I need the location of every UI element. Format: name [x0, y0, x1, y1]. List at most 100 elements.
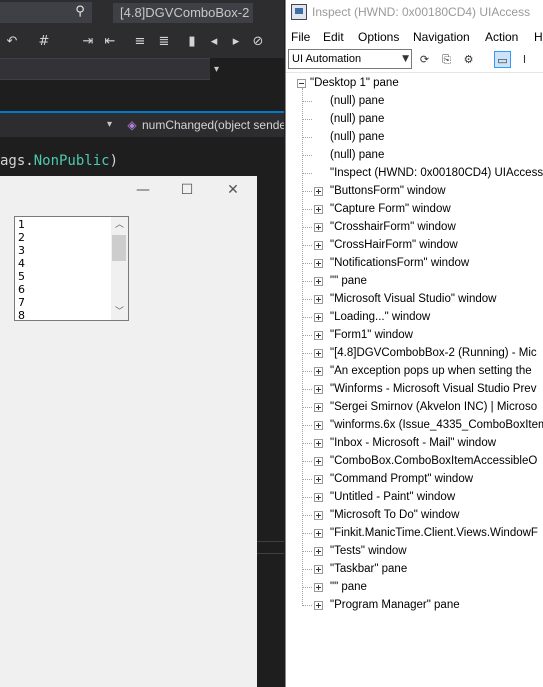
tree-item[interactable]: "Sergei Smirnov (Akvelon INC) | Microso — [330, 398, 537, 416]
listbox-item[interactable]: 2 — [18, 231, 25, 244]
chevron-down-icon[interactable]: ▾ — [214, 64, 219, 75]
expand-icon[interactable] — [314, 457, 323, 466]
undo-icon[interactable]: ↶ — [4, 34, 20, 50]
expand-icon[interactable] — [314, 547, 323, 556]
menu-edit[interactable]: Edit — [323, 29, 344, 45]
expand-icon[interactable] — [314, 439, 323, 448]
expand-icon[interactable] — [314, 223, 323, 232]
vs-scope-dropdown[interactable] — [0, 58, 210, 80]
expand-icon[interactable] — [314, 421, 323, 430]
menu-options[interactable]: Options — [358, 29, 399, 45]
expand-icon[interactable] — [314, 241, 323, 250]
tree-item[interactable]: "winforms.6x (Issue_4335_ComboBoxItem — [330, 416, 543, 434]
expand-icon[interactable] — [314, 493, 323, 502]
tree-item[interactable]: "Loading..." window — [330, 308, 430, 326]
scrollbar-thumb[interactable] — [112, 235, 126, 261]
tree-item[interactable]: "Untitled - Paint" window — [330, 488, 455, 506]
tree-item[interactable]: "CrossHairForm" window — [330, 236, 458, 254]
tree-item[interactable]: "ButtonsForm" window — [330, 182, 446, 200]
expand-icon[interactable] — [314, 529, 323, 538]
expand-icon[interactable] — [314, 187, 323, 196]
expand-icon[interactable] — [314, 475, 323, 484]
tree-item[interactable]: "Form1" window — [330, 326, 413, 344]
expand-icon[interactable] — [314, 511, 323, 520]
menu-navigation[interactable]: Navigation — [413, 29, 470, 45]
search-icon[interactable]: ⚲ — [72, 4, 88, 20]
tree-item[interactable]: "NotificationsForm" window — [330, 254, 469, 272]
listbox-item[interactable]: 7 — [18, 296, 25, 309]
menu-action[interactable]: Action — [485, 29, 518, 45]
expand-icon[interactable] — [314, 601, 323, 610]
element-tree[interactable]: "Desktop 1" pane (null) pane (null) pane(… — [286, 74, 543, 687]
vs-code-line[interactable]: ags.NonPublic) — [0, 152, 118, 170]
tree-item[interactable]: (null) pane — [330, 128, 384, 146]
caret-tracking-icon[interactable]: I — [516, 51, 533, 68]
tree-item[interactable]: "Finkit.ManicTime.Client.Views.WindowF — [330, 524, 538, 542]
expand-icon[interactable] — [314, 205, 323, 214]
scroll-down-icon[interactable]: ﹀ — [111, 304, 128, 320]
outdent-icon[interactable]: ≣ — [156, 34, 172, 50]
next-bookmark-icon[interactable]: ▸ — [228, 34, 244, 50]
expand-icon[interactable] — [314, 565, 323, 574]
tree-item[interactable]: "Program Manager" pane — [330, 596, 460, 614]
tree-item[interactable]: "Capture Form" window — [330, 200, 451, 218]
refresh-icon[interactable]: ⟳ — [416, 51, 433, 68]
close-button[interactable]: ✕ — [219, 178, 247, 202]
expand-icon[interactable] — [314, 295, 323, 304]
listbox-item[interactable]: 8 — [18, 309, 25, 320]
expand-icon[interactable] — [314, 277, 323, 286]
tree-item[interactable]: "" pane — [330, 578, 367, 596]
menu-file[interactable]: File — [291, 29, 310, 45]
step-out-icon[interactable]: ⇤ — [102, 34, 118, 50]
collapse-icon[interactable] — [297, 79, 306, 88]
mode-select[interactable]: UI Automation ▼ — [288, 49, 412, 69]
tree-item[interactable]: "" pane — [330, 272, 367, 290]
minimize-button[interactable]: — — [129, 178, 157, 202]
tree-item[interactable]: "[4.8]DGVCombobBox-2 (Running) - Mic — [330, 344, 537, 362]
tree-item[interactable]: "ComboBox.ComboBoxItemAccessibleO — [330, 452, 537, 470]
listbox-item[interactable]: 6 — [18, 283, 25, 296]
expand-icon[interactable] — [314, 403, 323, 412]
listbox-item[interactable]: 3 — [18, 244, 25, 257]
chevron-down-icon[interactable]: ▼ — [402, 52, 409, 67]
listbox-item[interactable]: 5 — [18, 270, 25, 283]
expand-icon[interactable] — [314, 331, 323, 340]
step-into-icon[interactable]: ⇥ — [80, 34, 96, 50]
tree-item[interactable]: "An exception pops up when setting the — [330, 362, 532, 380]
scroll-up-icon[interactable]: ︿ — [111, 217, 128, 233]
expand-icon[interactable] — [314, 385, 323, 394]
tree-item[interactable]: "Tests" window — [330, 542, 407, 560]
chevron-down-icon[interactable]: ▾ — [107, 119, 112, 130]
expand-icon[interactable] — [314, 259, 323, 268]
expand-icon[interactable] — [314, 367, 323, 376]
copy-icon[interactable]: ⎘ — [438, 51, 455, 68]
expand-icon[interactable] — [314, 349, 323, 358]
listbox-scrollbar[interactable]: ︿ ﹀ — [111, 217, 128, 320]
tree-item[interactable]: (null) pane — [330, 146, 384, 164]
bookmark-icon[interactable]: ▮ — [184, 34, 200, 50]
listbox-item[interactable]: 1 — [18, 218, 25, 231]
prev-bookmark-icon[interactable]: ◂ — [206, 34, 222, 50]
tree-item[interactable]: "Microsoft To Do" window — [330, 506, 459, 524]
tree-item[interactable]: "Inspect (HWND: 0x00180CD4) UIAccess — [330, 164, 543, 182]
tree-item[interactable]: "CrosshairForm" window — [330, 218, 456, 236]
expand-icon[interactable] — [314, 313, 323, 322]
tree-item[interactable]: "Winforms - Microsoft Visual Studio Prev — [330, 380, 536, 398]
expand-icon[interactable] — [314, 583, 323, 592]
tree-item[interactable]: "Command Prompt" window — [330, 470, 473, 488]
clear-bookmarks-icon[interactable]: ⊘ — [250, 34, 266, 50]
indent-icon[interactable]: ≡ — [132, 34, 148, 50]
tree-item[interactable]: "Inbox - Microsoft - Mail" window — [330, 434, 496, 452]
maximize-button[interactable]: ☐ — [173, 178, 201, 202]
tree-item[interactable]: "Microsoft Visual Studio" window — [330, 290, 496, 308]
show-highlight-rectangle-icon[interactable]: ▭ — [494, 51, 511, 68]
vs-method-selector[interactable]: numChanged(object sende — [142, 116, 284, 134]
listbox[interactable]: 12345678 ︿ ﹀ — [14, 216, 129, 321]
settings-icon[interactable]: ⚙ — [460, 51, 477, 68]
listbox-item[interactable]: 4 — [18, 257, 25, 270]
tree-item-root[interactable]: "Desktop 1" pane — [310, 74, 399, 92]
tree-item[interactable]: (null) pane — [330, 92, 384, 110]
tree-item[interactable]: "Taskbar" pane — [330, 560, 407, 578]
menu-help[interactable]: H — [534, 29, 543, 45]
tree-item[interactable]: (null) pane — [330, 110, 384, 128]
